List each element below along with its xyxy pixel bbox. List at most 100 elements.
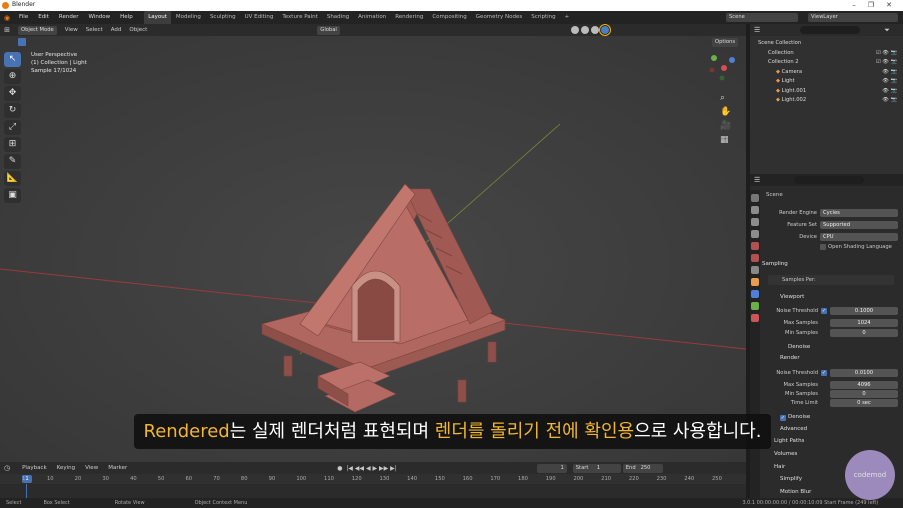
- volumes-section[interactable]: Volumes: [774, 451, 797, 457]
- menu-window[interactable]: Window: [83, 11, 115, 24]
- minimize-icon[interactable]: –: [847, 0, 861, 11]
- scene-selector[interactable]: Scene: [726, 13, 798, 22]
- viewport-subsection[interactable]: Viewport: [780, 294, 804, 300]
- wireframe-shading-icon[interactable]: [570, 26, 579, 34]
- texture-tab-icon[interactable]: [751, 314, 759, 322]
- simplify-section[interactable]: Simplify: [780, 476, 802, 482]
- solid-shading-icon[interactable]: [580, 26, 589, 34]
- r-noise-threshold-checkbox[interactable]: ✓: [821, 370, 827, 376]
- output-tab-icon[interactable]: [751, 218, 759, 226]
- data-tab-icon[interactable]: [751, 302, 759, 310]
- outliner-scene-collection[interactable]: Scene Collection: [750, 39, 903, 49]
- rotate-tool-icon[interactable]: ↻: [4, 103, 21, 118]
- view-menu[interactable]: View: [85, 465, 98, 471]
- marker-menu[interactable]: Marker: [108, 465, 127, 471]
- samples-per-row[interactable]: Samples Per:: [768, 275, 894, 285]
- vp-noise-threshold-field[interactable]: 0.1000: [830, 307, 898, 315]
- outliner-item[interactable]: Collection ☑ 👁 📷: [750, 49, 903, 59]
- tab-compositing[interactable]: Compositing: [428, 11, 471, 24]
- editor-type-icon[interactable]: ⊞: [0, 26, 14, 34]
- menu-view[interactable]: View: [65, 27, 78, 33]
- tool-tab-icon[interactable]: [751, 194, 759, 202]
- maximize-icon[interactable]: ❐: [864, 0, 878, 11]
- playback-controls[interactable]: ● |◀ ◀◀ ◀ ▶ ▶▶ ▶|: [337, 465, 397, 472]
- material-shading-icon[interactable]: [590, 26, 599, 34]
- tab-rendering[interactable]: Rendering: [391, 11, 428, 24]
- tab-modeling[interactable]: Modeling: [171, 11, 205, 24]
- transform-orientation-dropdown[interactable]: Global: [317, 25, 340, 35]
- options-dropdown[interactable]: Options: [712, 38, 739, 47]
- r-min-samples-field[interactable]: 0: [830, 390, 898, 398]
- render-subsection[interactable]: Render: [780, 355, 800, 361]
- vp-denoise-subsection[interactable]: Denoise: [788, 344, 810, 350]
- hair-section[interactable]: Hair: [774, 464, 785, 470]
- tab-uv-editing[interactable]: UV Editing: [240, 11, 278, 24]
- add-cube-tool-icon[interactable]: ▣: [4, 188, 21, 203]
- tab-layout[interactable]: Layout: [143, 11, 172, 24]
- scene-tab-icon[interactable]: [751, 242, 759, 250]
- r-denoise-subsection[interactable]: Denoise: [788, 414, 810, 420]
- scale-tool-icon[interactable]: ⤢: [4, 120, 21, 135]
- tab-scripting[interactable]: Scripting: [527, 11, 560, 24]
- motion-blur-section[interactable]: Motion Blur: [780, 489, 811, 495]
- properties-editor-icon[interactable]: ☰: [754, 176, 760, 184]
- add-workspace-icon[interactable]: +: [560, 11, 574, 24]
- menu-file[interactable]: File: [14, 11, 33, 24]
- outliner-item[interactable]: ◆ Light 👁 📷: [750, 77, 903, 87]
- sampling-section[interactable]: Sampling: [762, 261, 788, 267]
- rendered-shading-icon[interactable]: [598, 24, 611, 36]
- annotate-tool-icon[interactable]: ✎: [4, 154, 21, 169]
- end-frame-field[interactable]: End 250: [622, 463, 663, 473]
- mode-dropdown[interactable]: Object Mode: [18, 25, 57, 35]
- time-limit-field[interactable]: 0 sec: [830, 399, 898, 407]
- outliner-editor-icon[interactable]: ☰: [754, 26, 760, 34]
- collection-tab-icon[interactable]: [751, 266, 759, 274]
- current-frame-field[interactable]: 1: [536, 463, 567, 473]
- keying-menu[interactable]: Keying: [57, 465, 75, 471]
- select-mode-icon[interactable]: [18, 38, 26, 46]
- transform-tool-icon[interactable]: ⊞: [4, 137, 21, 152]
- render-tab-icon[interactable]: [751, 206, 759, 214]
- start-frame-field[interactable]: Start 1: [572, 463, 621, 473]
- r-denoise-checkbox[interactable]: ✓: [780, 415, 786, 421]
- menu-select[interactable]: Select: [86, 27, 103, 33]
- vp-noise-threshold-checkbox[interactable]: ✓: [821, 308, 827, 314]
- measure-tool-icon[interactable]: 📐: [4, 171, 21, 186]
- menu-add[interactable]: Add: [111, 27, 122, 33]
- view-layer-tab-icon[interactable]: [751, 230, 759, 238]
- object-tab-icon[interactable]: [751, 278, 759, 286]
- menu-help[interactable]: Help: [115, 11, 138, 24]
- feature-set-dropdown[interactable]: Supported: [820, 221, 898, 229]
- cursor-tool-icon[interactable]: ⊕: [4, 69, 21, 84]
- menu-object[interactable]: Object: [129, 27, 147, 33]
- menu-render[interactable]: Render: [54, 11, 84, 24]
- properties-search-input[interactable]: [794, 176, 865, 184]
- outliner-item[interactable]: Collection 2 ☑ 👁 📷: [750, 58, 903, 68]
- device-dropdown[interactable]: CPU: [820, 233, 898, 241]
- r-max-samples-field[interactable]: 4096: [830, 381, 898, 389]
- vp-min-samples-field[interactable]: 0: [830, 329, 898, 337]
- filter-icon[interactable]: ⏷: [884, 26, 890, 35]
- vp-max-samples-field[interactable]: 1024: [830, 319, 898, 327]
- tab-animation[interactable]: Animation: [354, 11, 391, 24]
- timeline-editor-icon[interactable]: ◷: [4, 464, 10, 472]
- close-icon[interactable]: ✕: [882, 0, 896, 11]
- light-paths-section[interactable]: Light Paths: [774, 438, 804, 444]
- outliner-item[interactable]: ◆ Camera 👁 📷: [750, 68, 903, 78]
- playback-menu[interactable]: Playback: [22, 465, 47, 471]
- select-tool-icon[interactable]: ↖: [4, 52, 21, 67]
- advanced-subsection[interactable]: Advanced: [780, 426, 807, 432]
- blender-menu-icon[interactable]: ◉: [0, 14, 14, 22]
- outliner-item[interactable]: ◆ Light.001 👁 📷: [750, 87, 903, 97]
- 3d-viewport[interactable]: [0, 24, 746, 462]
- render-engine-dropdown[interactable]: Cycles: [820, 209, 898, 217]
- world-tab-icon[interactable]: [751, 254, 759, 262]
- outliner-search-input[interactable]: [800, 26, 861, 34]
- menu-edit[interactable]: Edit: [33, 11, 54, 24]
- modifier-tab-icon[interactable]: [751, 290, 759, 298]
- tab-geometry-nodes[interactable]: Geometry Nodes: [471, 11, 526, 24]
- outliner-item[interactable]: ◆ Light.002 👁 📷: [750, 96, 903, 106]
- tab-shading[interactable]: Shading: [322, 11, 353, 24]
- tab-sculpting[interactable]: Sculpting: [205, 11, 240, 24]
- move-tool-icon[interactable]: ✥: [4, 86, 21, 101]
